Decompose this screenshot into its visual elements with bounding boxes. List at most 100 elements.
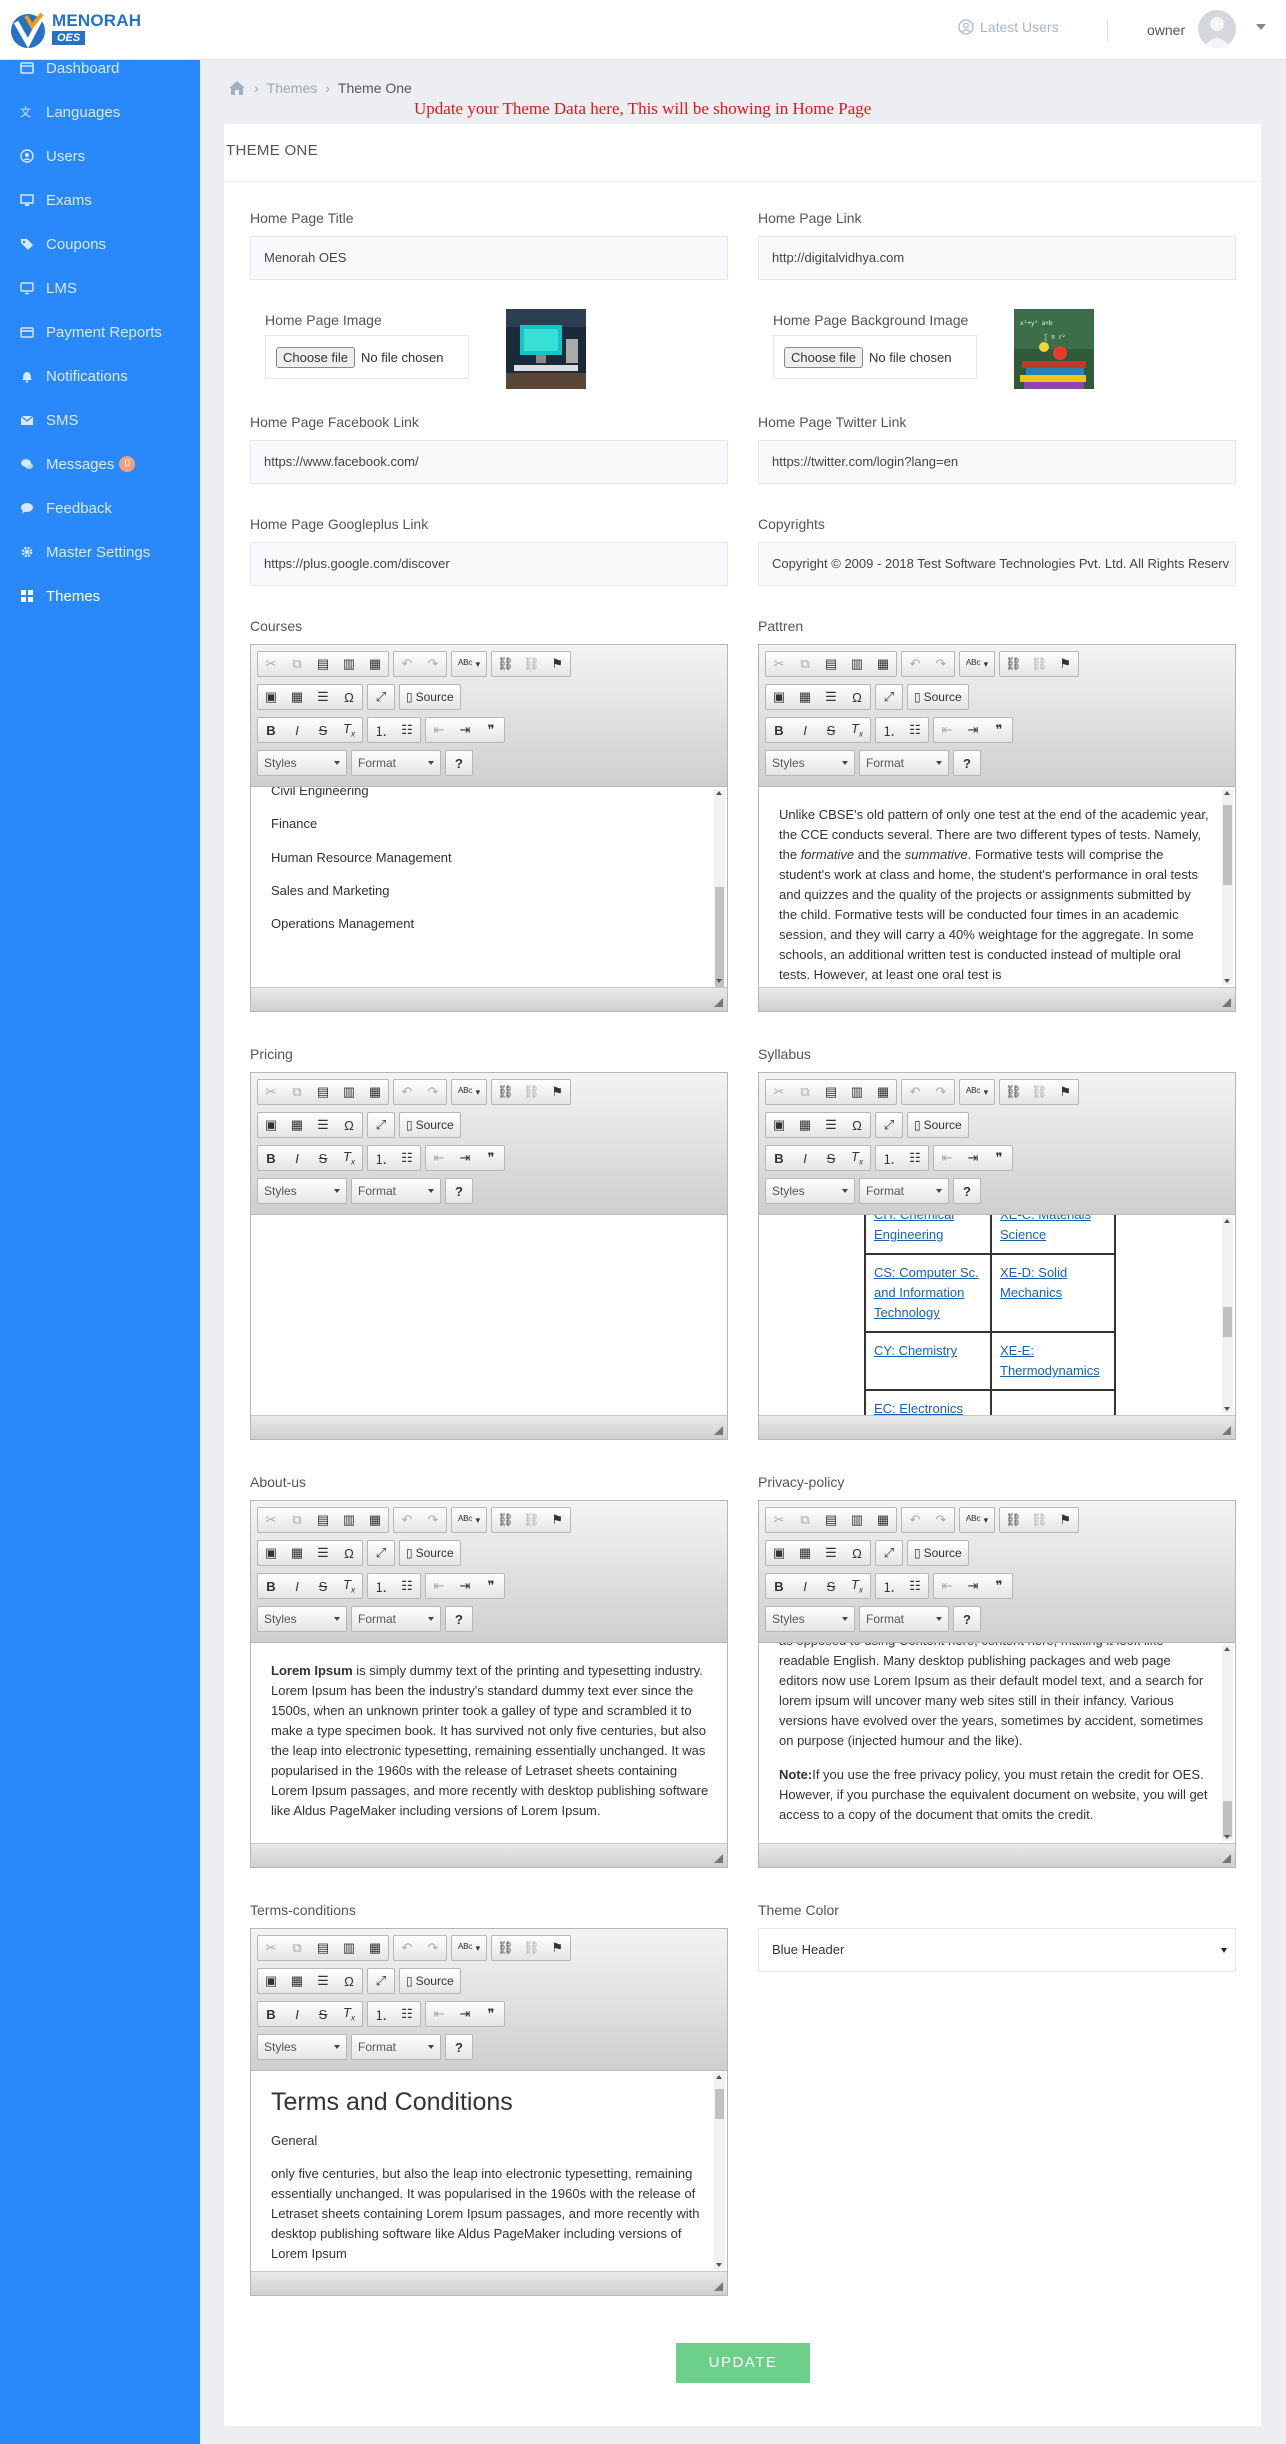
horizontal-rule-icon[interactable]: ☰ (310, 685, 336, 709)
format-dropdown[interactable]: Format (351, 750, 441, 776)
resize-handle-icon[interactable] (714, 1426, 723, 1435)
italic-icon[interactable]: I (284, 1574, 310, 1598)
numbered-list-icon[interactable]: ⒈ (876, 718, 902, 742)
anchor-flag-icon[interactable]: ⚑ (544, 1936, 570, 1960)
numbered-list-icon[interactable]: ⒈ (368, 2002, 394, 2026)
anchor-flag-icon[interactable]: ⚑ (544, 652, 570, 676)
syllabus-link[interactable]: XE-C: Materials Science (1000, 1215, 1091, 1242)
paste-word-icon[interactable]: ▦ (362, 1080, 388, 1104)
styles-dropdown[interactable]: Styles (257, 1606, 347, 1632)
link-icon[interactable]: ⛓ (1000, 1508, 1026, 1532)
special-char-icon[interactable]: Ω (336, 1969, 362, 1993)
sidebar-item-coupons[interactable]: Coupons (0, 222, 200, 266)
numbered-list-icon[interactable]: ⒈ (368, 1146, 394, 1170)
pattren-editor[interactable]: ✂ ⧉ ▤ ▥ ▦ ↶ ↷ ᴬᴮᶜ ▾ ⛓ ⛓ ⚑ ▣ ▦ ☰ Ω ⤢ ▯ Source B I S Tx ⒈ ☷ ⇤ ⇥ ❞ Styl… (758, 644, 1236, 1012)
privacy-editor-body[interactable]: as opposed to using Content here, conten… (759, 1643, 1235, 1843)
paste-text-icon[interactable]: ▥ (844, 1508, 870, 1532)
bold-icon[interactable]: B (766, 718, 792, 742)
bullet-list-icon[interactable]: ☷ (394, 2002, 420, 2026)
choose-file-button[interactable]: Choose file (784, 346, 864, 368)
paste-text-icon[interactable]: ▥ (336, 1936, 362, 1960)
sidebar-item-dashboard[interactable]: Dashboard (0, 46, 200, 90)
update-button[interactable]: UPDATE (676, 2343, 810, 2383)
horizontal-rule-icon[interactable]: ☰ (310, 1541, 336, 1565)
special-char-icon[interactable]: Ω (844, 685, 870, 709)
sidebar-item-messages[interactable]: Messages 0 (0, 442, 200, 486)
resize-handle-icon[interactable] (714, 1854, 723, 1863)
terms-editor-body[interactable]: Terms and Conditions General only five cen… (251, 2071, 727, 2271)
undo-icon[interactable]: ↶ (902, 1080, 928, 1104)
maximize-icon[interactable]: ⤢ (368, 685, 394, 709)
redo-icon[interactable]: ↷ (420, 1508, 446, 1532)
indent-icon[interactable]: ⇥ (452, 2002, 478, 2026)
undo-icon[interactable]: ↶ (394, 1936, 420, 1960)
strike-icon[interactable]: S (310, 2002, 336, 2026)
paste-text-icon[interactable]: ▥ (336, 1508, 362, 1532)
outdent-icon[interactable]: ⇤ (426, 718, 452, 742)
numbered-list-icon[interactable]: ⒈ (876, 1146, 902, 1170)
format-dropdown[interactable]: Format (351, 1178, 441, 1204)
maximize-icon[interactable]: ⤢ (368, 1969, 394, 1993)
format-dropdown[interactable]: Format (351, 2034, 441, 2060)
source-button[interactable]: ▯ Source (908, 685, 968, 709)
help-button[interactable]: ? (446, 1179, 472, 1203)
home-page-image-file-input[interactable]: Choose file No file chosen (265, 335, 469, 379)
table-icon[interactable]: ▦ (284, 1969, 310, 1993)
italic-icon[interactable]: I (284, 718, 310, 742)
pattren-editor-body[interactable]: Unlike CBSE's old pattern of only one te… (759, 787, 1235, 987)
styles-dropdown[interactable]: Styles (765, 1178, 855, 1204)
unlink-icon[interactable]: ⛓ (1026, 652, 1052, 676)
special-char-icon[interactable]: Ω (336, 1541, 362, 1565)
blockquote-icon[interactable]: ❞ (478, 1574, 504, 1598)
styles-dropdown[interactable]: Styles (765, 1606, 855, 1632)
italic-icon[interactable]: I (792, 718, 818, 742)
paste-icon[interactable]: ▤ (310, 1508, 336, 1532)
image-icon[interactable]: ▣ (258, 1113, 284, 1137)
table-icon[interactable]: ▦ (792, 1113, 818, 1137)
remove-format-icon[interactable]: Tx (336, 1574, 362, 1598)
user-name[interactable]: owner (1147, 22, 1185, 38)
editor-scrollbar[interactable] (1222, 789, 1233, 985)
bold-icon[interactable]: B (258, 2002, 284, 2026)
bullet-list-icon[interactable]: ☷ (394, 1574, 420, 1598)
spellcheck-icon[interactable]: ᴬᴮᶜ ▾ (452, 1080, 486, 1104)
numbered-list-icon[interactable]: ⒈ (368, 718, 394, 742)
remove-format-icon[interactable]: Tx (336, 2002, 362, 2026)
blockquote-icon[interactable]: ❞ (478, 1146, 504, 1170)
bold-icon[interactable]: B (766, 1574, 792, 1598)
indent-icon[interactable]: ⇥ (960, 1574, 986, 1598)
horizontal-rule-icon[interactable]: ☰ (310, 1969, 336, 1993)
copyrights-input[interactable]: Copyright © 2009 - 2018 Test Software Te… (758, 542, 1236, 586)
resize-handle-icon[interactable] (1222, 1854, 1231, 1863)
styles-dropdown[interactable]: Styles (257, 2034, 347, 2060)
link-icon[interactable]: ⛓ (492, 1936, 518, 1960)
image-icon[interactable]: ▣ (258, 1969, 284, 1993)
undo-icon[interactable]: ↶ (902, 1508, 928, 1532)
redo-icon[interactable]: ↷ (420, 1080, 446, 1104)
undo-icon[interactable]: ↶ (902, 652, 928, 676)
italic-icon[interactable]: I (792, 1574, 818, 1598)
anchor-flag-icon[interactable]: ⚑ (1052, 1080, 1078, 1104)
home-icon[interactable] (228, 80, 246, 96)
maximize-icon[interactable]: ⤢ (876, 685, 902, 709)
image-icon[interactable]: ▣ (766, 1541, 792, 1565)
indent-icon[interactable]: ⇥ (960, 718, 986, 742)
remove-format-icon[interactable]: Tx (336, 1146, 362, 1170)
unlink-icon[interactable]: ⛓ (518, 652, 544, 676)
resize-handle-icon[interactable] (1222, 998, 1231, 1007)
numbered-list-icon[interactable]: ⒈ (368, 1574, 394, 1598)
table-icon[interactable]: ▦ (284, 1541, 310, 1565)
styles-dropdown[interactable]: Styles (257, 750, 347, 776)
bullet-list-icon[interactable]: ☷ (902, 1574, 928, 1598)
cut-icon[interactable]: ✂ (766, 652, 792, 676)
styles-dropdown[interactable]: Styles (765, 750, 855, 776)
paste-icon[interactable]: ▤ (818, 1080, 844, 1104)
bold-icon[interactable]: B (258, 1146, 284, 1170)
remove-format-icon[interactable]: Tx (844, 1574, 870, 1598)
sidebar-item-master-settings[interactable]: Master Settings (0, 530, 200, 574)
paste-icon[interactable]: ▤ (310, 1936, 336, 1960)
sidebar-item-users[interactable]: Users (0, 134, 200, 178)
help-button[interactable]: ? (954, 751, 980, 775)
help-button[interactable]: ? (446, 1607, 472, 1631)
table-icon[interactable]: ▦ (792, 1541, 818, 1565)
